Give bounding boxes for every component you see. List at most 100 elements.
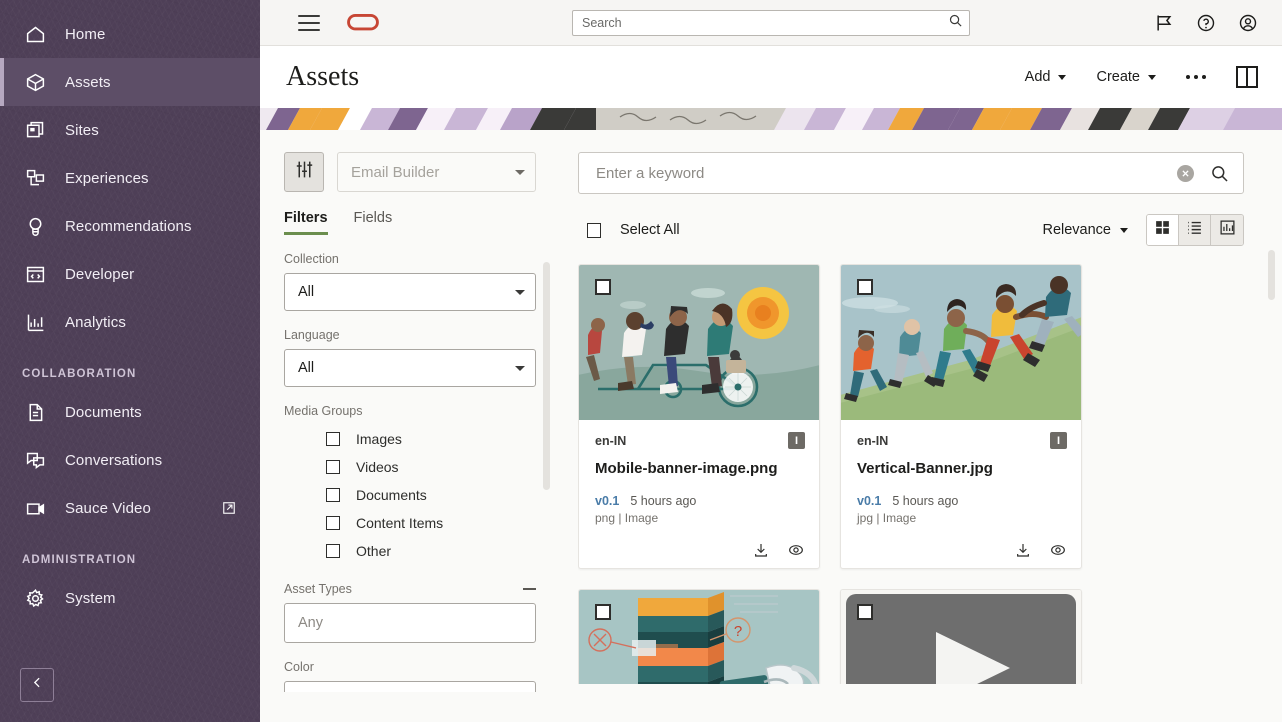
asset-types-label: Asset Types (284, 582, 352, 596)
filter-sliders-icon (294, 159, 315, 185)
hamburger-menu-icon[interactable] (298, 15, 320, 31)
more-dots-icon[interactable] (1186, 75, 1206, 79)
sidebar-item-developer[interactable]: Developer (0, 250, 260, 298)
filter-toggle-button[interactable] (284, 152, 324, 192)
global-search-input[interactable] (582, 16, 948, 30)
checkbox-label: Content Items (356, 515, 443, 531)
minus-icon[interactable] (523, 588, 536, 590)
oracle-logo[interactable] (346, 12, 380, 34)
help-circle-icon[interactable] (1196, 13, 1216, 33)
sidebar-item-system[interactable]: System (0, 574, 260, 622)
sort-dropdown[interactable]: Relevance (1042, 222, 1128, 238)
chart-icon (1219, 219, 1236, 241)
repository-select[interactable]: Email Builder (337, 152, 536, 192)
asset-card[interactable]: en-IN I Mobile-banner-image.png v0.1 5 h… (578, 264, 820, 569)
create-menu-button[interactable]: Create (1096, 69, 1156, 85)
filter-group-asset-types: Asset Types (284, 582, 536, 643)
eye-preview-icon[interactable] (1050, 542, 1066, 558)
checkbox-row-images[interactable]: Images (284, 425, 536, 453)
repository-value: Email Builder (351, 164, 515, 181)
sidebar-item-assets[interactable]: Assets (0, 58, 260, 106)
flag-icon[interactable] (1154, 13, 1174, 33)
asset-select-checkbox[interactable] (595, 279, 611, 295)
asset-select-checkbox[interactable] (595, 604, 611, 620)
global-search-box[interactable] (572, 10, 970, 36)
sidebar-item-recommendations[interactable]: Recommendations (0, 202, 260, 250)
select-all-control[interactable]: Select All (587, 222, 680, 238)
sidebar-section-collaboration: COLLABORATION (0, 346, 260, 388)
collection-label: Collection (284, 252, 536, 266)
asset-version[interactable]: v0.1 (595, 494, 619, 508)
tab-fields[interactable]: Fields (354, 210, 393, 235)
checkbox-icon[interactable] (326, 460, 340, 474)
side-panel-icon[interactable] (1236, 66, 1258, 88)
download-icon[interactable] (753, 542, 769, 558)
home-icon (22, 21, 48, 47)
search-icon[interactable] (948, 13, 963, 33)
content-region: Email Builder Filters Fields Collection … (260, 130, 1282, 722)
clear-circle-icon[interactable] (1177, 165, 1194, 182)
checkbox-row-documents[interactable]: Documents (284, 481, 536, 509)
media-groups-label: Media Groups (284, 404, 536, 418)
asset-thumbnail[interactable] (841, 265, 1081, 420)
assets-cube-icon (22, 69, 48, 95)
download-icon[interactable] (1015, 542, 1031, 558)
asset-select-checkbox[interactable] (857, 279, 873, 295)
analytics-bar-icon (22, 309, 48, 335)
sort-value: Relevance (1042, 222, 1111, 238)
user-account-icon[interactable] (1238, 13, 1258, 33)
filter-panel-scrollbar[interactable] (543, 262, 550, 490)
eye-preview-icon[interactable] (788, 542, 804, 558)
sidebar-item-experiences[interactable]: Experiences (0, 154, 260, 202)
decorative-banner (260, 108, 1282, 130)
select-all-label: Select All (620, 222, 680, 238)
checkbox-row-videos[interactable]: Videos (284, 453, 536, 481)
asset-types-field[interactable] (284, 603, 536, 643)
application-root: Home Assets Sites Experiences (0, 0, 1282, 722)
sidebar-item-label: Sauce Video (65, 500, 151, 517)
language-select[interactable]: All (284, 349, 536, 387)
checkbox-icon[interactable] (326, 544, 340, 558)
keyword-search-input[interactable] (596, 165, 1177, 182)
sidebar-collapse-button[interactable] (20, 668, 54, 702)
checkbox-icon[interactable] (587, 223, 601, 238)
sidebar-item-conversations[interactable]: Conversations (0, 436, 260, 484)
sidebar-item-label: Analytics (65, 314, 126, 331)
add-menu-button[interactable]: Add (1025, 69, 1067, 85)
color-select[interactable] (284, 681, 536, 692)
asset-thumbnail[interactable] (841, 590, 1081, 684)
asset-thumbnail[interactable] (579, 265, 819, 420)
checkbox-icon[interactable] (326, 432, 340, 446)
checkbox-row-content-items[interactable]: Content Items (284, 509, 536, 537)
asset-types-input[interactable] (298, 615, 522, 631)
asset-select-checkbox[interactable] (857, 604, 873, 620)
collection-select[interactable]: All (284, 273, 536, 311)
page-header: Assets Add Create (260, 46, 1282, 108)
search-icon[interactable] (1210, 164, 1229, 183)
checkbox-row-other[interactable]: Other (284, 537, 536, 565)
asset-card-top-row: en-IN I (857, 432, 1067, 449)
tab-filters[interactable]: Filters (284, 210, 328, 235)
sidebar-item-home[interactable]: Home (0, 10, 260, 58)
results-toolbar-right: Relevance (1042, 214, 1244, 246)
asset-type-badge: I (788, 432, 805, 449)
filter-tabs: Filters Fields (284, 210, 560, 235)
checkbox-icon[interactable] (326, 488, 340, 502)
asset-thumbnail[interactable]: ? (579, 590, 819, 684)
checkbox-icon[interactable] (326, 516, 340, 530)
sidebar-item-documents[interactable]: Documents (0, 388, 260, 436)
asset-card[interactable]: ? (578, 589, 820, 684)
list-icon (1186, 219, 1203, 241)
asset-card[interactable]: en-IN I Vertical-Banner.jpg v0.1 5 hours… (840, 264, 1082, 569)
keyword-search-box[interactable] (578, 152, 1244, 194)
list-view-button[interactable] (1179, 215, 1211, 245)
sidebar-item-sauce-video[interactable]: Sauce Video (0, 484, 260, 532)
grid-view-button[interactable] (1147, 215, 1179, 245)
analytics-view-button[interactable] (1211, 215, 1243, 245)
asset-version[interactable]: v0.1 (857, 494, 881, 508)
asset-card[interactable] (840, 589, 1082, 684)
sidebar-item-analytics[interactable]: Analytics (0, 298, 260, 346)
sidebar-item-sites[interactable]: Sites (0, 106, 260, 154)
asset-card-grid: en-IN I Mobile-banner-image.png v0.1 5 h… (578, 264, 1264, 684)
results-scrollbar[interactable] (1268, 250, 1275, 300)
